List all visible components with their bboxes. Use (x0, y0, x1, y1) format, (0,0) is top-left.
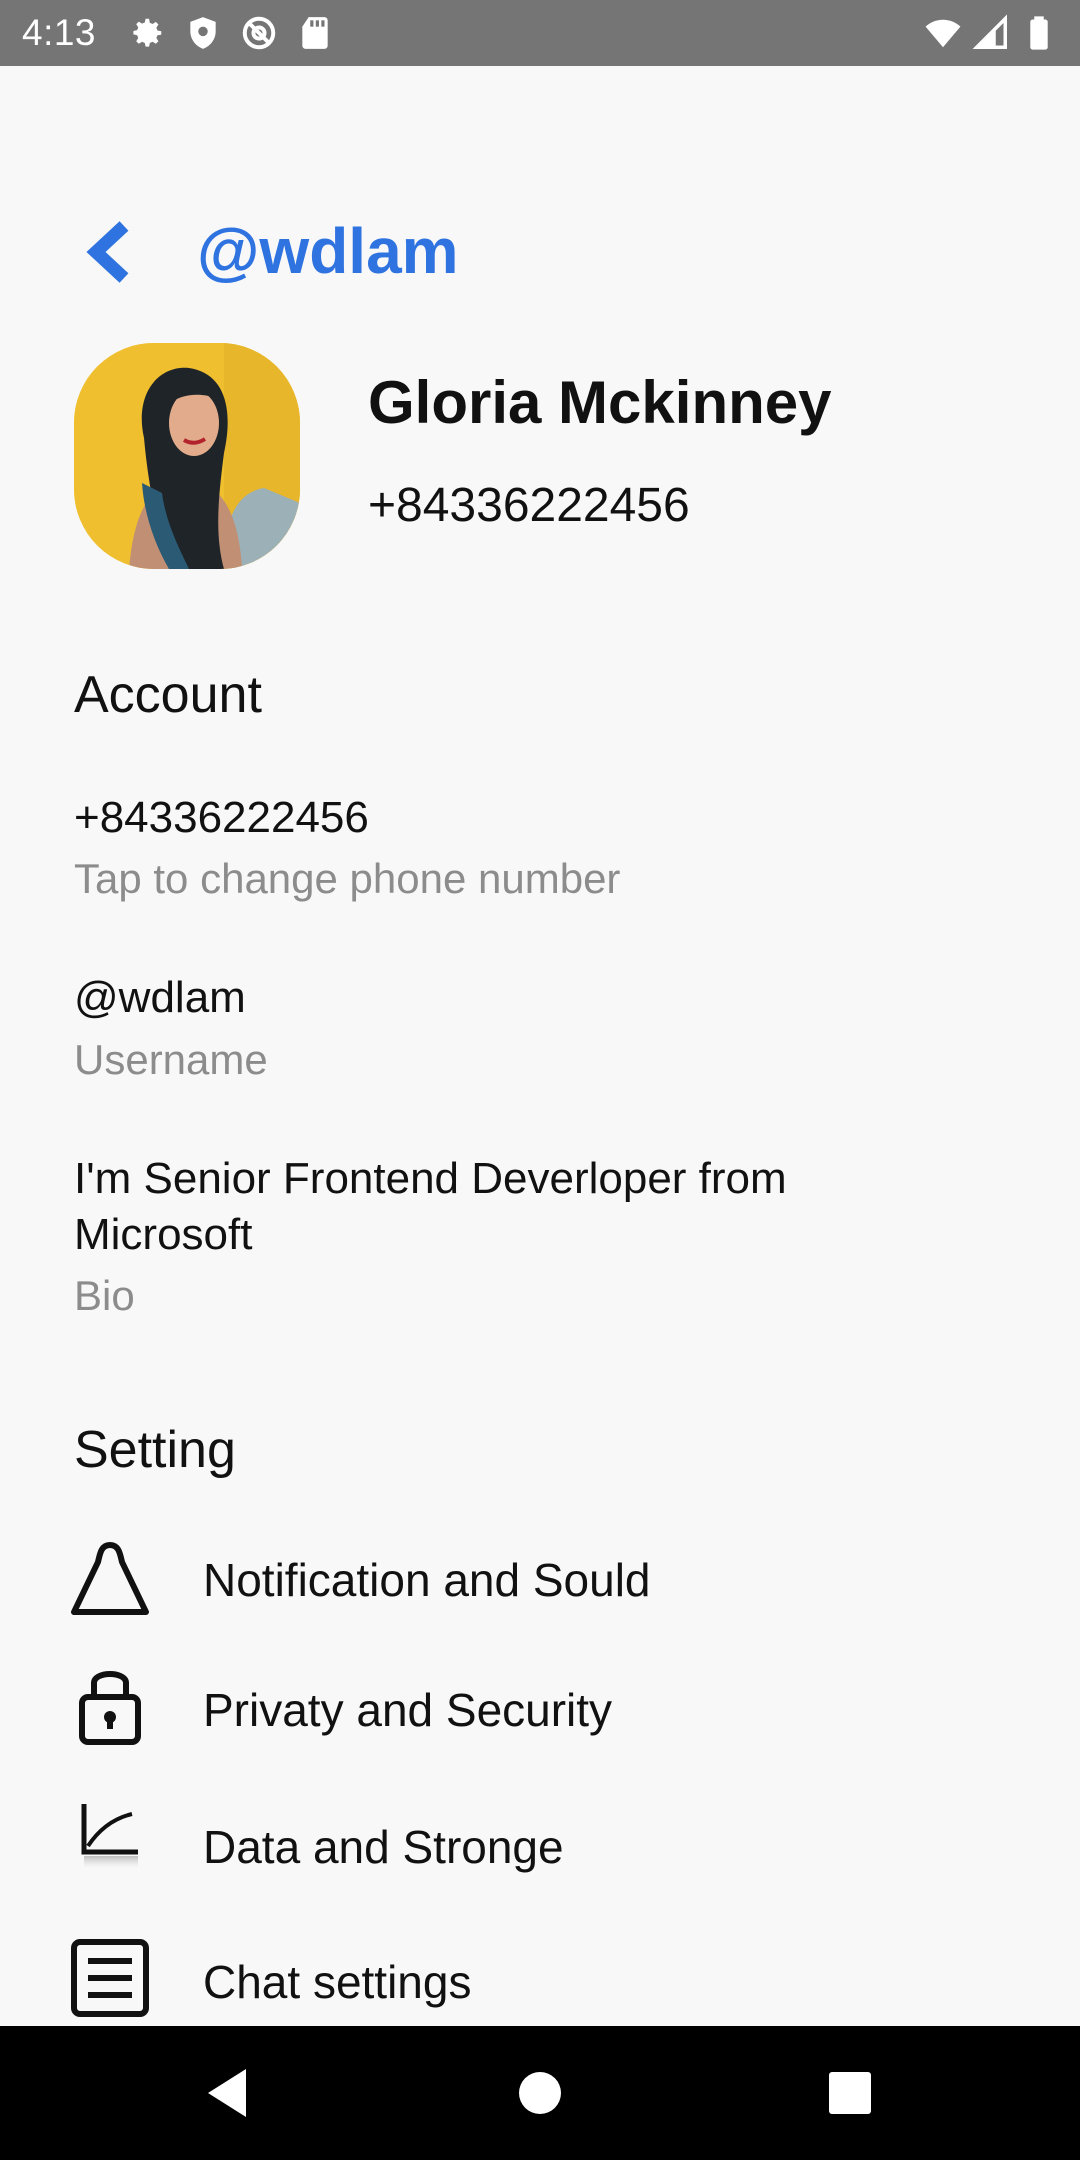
wifi-icon (925, 19, 961, 48)
chat-list-icon (71, 1939, 149, 2017)
nav-bar (0, 2026, 1080, 2160)
gear-icon (133, 18, 162, 47)
back-chevron-icon[interactable] (78, 220, 138, 284)
cell-signal-icon (972, 14, 1007, 49)
bell-icon (71, 1542, 149, 1615)
status-icons-left (128, 14, 334, 52)
setting-item-notification[interactable]: Notification and Sould (0, 1525, 1080, 1635)
setting-label-notification: Notification and Sould (203, 1554, 651, 1606)
phone-value: +84336222456 (74, 793, 369, 842)
recents-square-icon[interactable] (816, 2059, 884, 2127)
account-section-title: Account (74, 666, 262, 724)
setting-item-chat[interactable]: Chat settings (0, 1920, 1080, 2030)
lock-icon (79, 1671, 141, 1745)
home-circle-icon[interactable] (506, 2059, 574, 2127)
sd-card-icon (302, 17, 328, 49)
avatar[interactable] (74, 343, 300, 569)
at-sign-icon (242, 16, 276, 50)
setting-item-privacy[interactable]: Privaty and Security (0, 1655, 1080, 1765)
setting-label-privacy: Privaty and Security (203, 1684, 613, 1736)
header: @wdlam (0, 200, 1080, 305)
bio-hint: Bio (74, 1272, 135, 1319)
status-bar: 4:13 (0, 0, 1080, 66)
setting-label-data: Data and Stronge (203, 1821, 564, 1873)
bio-value: I'm Senior Frontend Deverloper from Micr… (74, 1154, 787, 1259)
setting-item-data[interactable]: Data and Stronge (0, 1792, 1080, 1902)
username-value: @wdlam (74, 973, 246, 1022)
avatar-photo (74, 343, 300, 569)
shield-icon (190, 17, 216, 49)
status-icons-right (924, 14, 1058, 52)
username-hint: Username (74, 1036, 268, 1083)
header-title: @wdlam (197, 215, 459, 287)
profile-phone: +84336222456 (368, 479, 690, 532)
battery-icon (1030, 16, 1048, 50)
status-time: 4:13 (22, 12, 97, 53)
setting-label-chat: Chat settings (203, 1956, 472, 2008)
phone-hint: Tap to change phone number (74, 855, 621, 902)
chart-icon (81, 1804, 138, 1868)
back-triangle-icon[interactable] (196, 2059, 264, 2127)
settings-section-title: Setting (74, 1421, 236, 1479)
profile-name: Gloria Mckinney (368, 369, 832, 436)
